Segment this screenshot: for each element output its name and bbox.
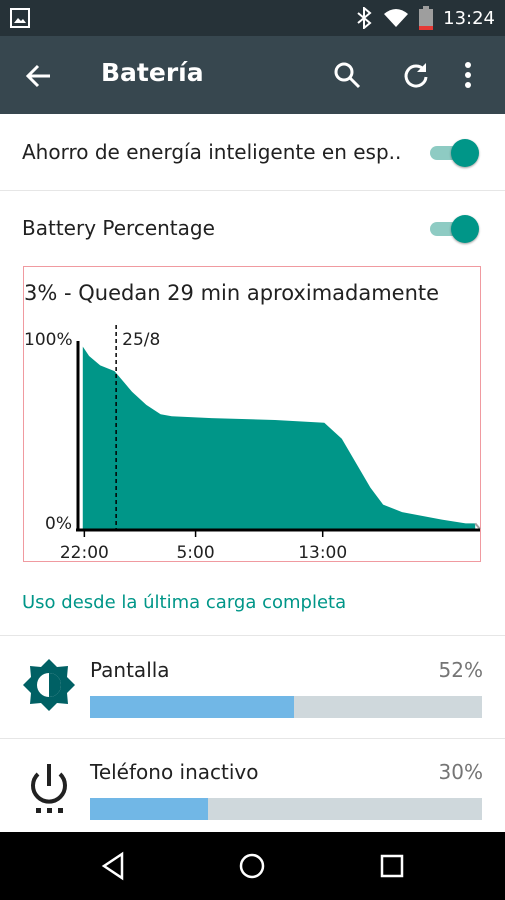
nav-recents-icon[interactable] (376, 850, 408, 882)
nav-back-icon[interactable] (98, 850, 130, 882)
usage-item-percent: 30% (438, 760, 483, 784)
battery-percentage-row[interactable]: Battery Percentage (0, 190, 505, 266)
battery-level-area (82, 346, 476, 529)
status-time: 13:24 (443, 7, 495, 29)
smart-saver-row[interactable]: Ahorro de energía inteligente en esp.. (0, 114, 505, 191)
page-title: Batería (101, 58, 204, 87)
usage-bar-fill (90, 798, 208, 820)
battery-projection-line (474, 522, 481, 530)
toggle-thumb (451, 139, 479, 167)
refresh-icon[interactable] (402, 61, 430, 89)
divider (0, 635, 505, 636)
search-icon[interactable] (333, 61, 361, 89)
x-tick-label: 22:00 (60, 543, 109, 563)
status-bar: 13:24 (0, 0, 505, 36)
navigation-bar (0, 832, 505, 900)
day-marker-label: 25/8 (122, 330, 160, 350)
usage-item-percent: 52% (438, 658, 483, 682)
battery-percentage-toggle[interactable] (430, 215, 480, 243)
x-tick-label: 13:00 (298, 543, 347, 563)
divider (0, 738, 505, 739)
battery-low-icon (419, 6, 434, 30)
image-icon (10, 8, 30, 28)
more-vert-icon[interactable] (463, 61, 473, 89)
app-bar: Batería (0, 36, 505, 114)
battery-percentage-label: Battery Percentage (22, 216, 215, 240)
y-bottom-label: 0% (45, 514, 72, 534)
battery-chart: 100% 0% 25/8 22:00 5:00 13:00 (24, 325, 481, 563)
usage-bar-fill (90, 696, 294, 718)
bluetooth-icon (357, 7, 372, 29)
wifi-icon (384, 9, 409, 27)
usage-section-header: Uso desde la última carga completa (22, 592, 347, 613)
usage-item-pantalla[interactable]: Pantalla 52% (0, 640, 505, 740)
power-icon (31, 764, 67, 813)
y-top-label: 100% (24, 330, 73, 350)
smart-saver-label: Ahorro de energía inteligente en esp.. (22, 140, 402, 164)
smart-saver-toggle[interactable] (430, 139, 480, 167)
nav-home-icon[interactable] (236, 850, 268, 882)
x-axis-ticks: 22:00 5:00 13:00 (60, 529, 347, 563)
toggle-thumb (451, 215, 479, 243)
usage-item-name: Pantalla (90, 658, 170, 682)
x-tick-label: 5:00 (176, 543, 214, 563)
battery-graph[interactable]: 3% - Quedan 29 min aproximadamente 100% … (23, 266, 481, 563)
usage-item-telefono-inactivo[interactable]: Teléfono inactivo 30% (0, 742, 505, 842)
back-arrow-icon[interactable] (24, 61, 54, 91)
brightness-icon (23, 659, 75, 711)
usage-item-name: Teléfono inactivo (90, 760, 259, 784)
usage-bar (90, 798, 482, 820)
usage-bar (90, 696, 482, 718)
